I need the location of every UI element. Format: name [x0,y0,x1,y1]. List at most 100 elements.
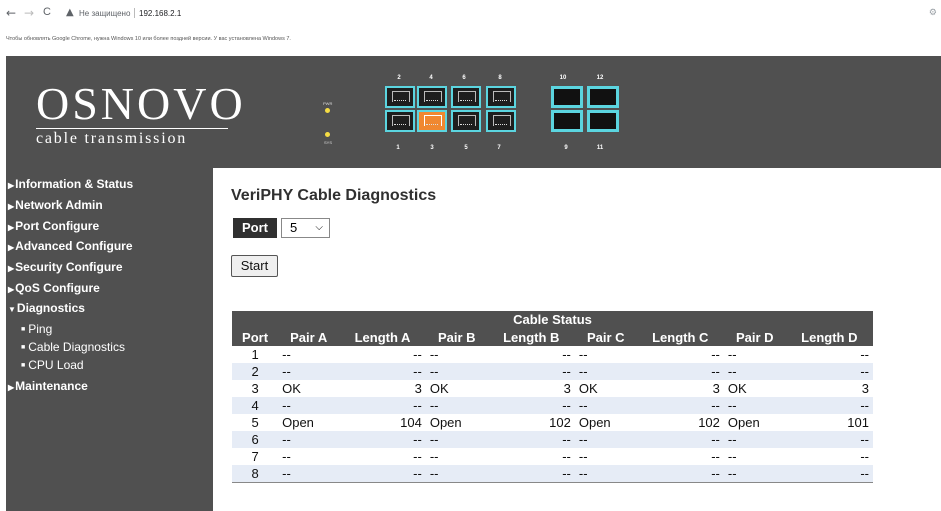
browser-toolbar: ← → C ▲ Не защищено 192.168.2.1 ⚙ [0,0,941,28]
status-cell: OK [278,380,340,397]
sidebar-item-label: Information & Status [15,177,134,191]
status-cell: 101 [785,414,873,431]
status-cell: -- [425,448,488,465]
sidebar-item-label: QoS Configure [15,281,100,295]
table-group-header: Cable Status [232,311,873,328]
sidebar-item-security-configure[interactable]: ▶Security Configure [8,260,123,274]
status-cell: 102 [636,414,724,431]
status-cell: -- [278,465,340,483]
status-cell: -- [487,397,575,414]
status-cell: OK [723,380,786,397]
sidebar-item-qos-configure[interactable]: ▶QoS Configure [8,281,100,295]
status-cell: Open [574,414,637,431]
sidebar-subitem-cpu-load[interactable]: ■ CPU Load [21,358,84,372]
update-notice: Чтобы обновлять Google Chrome, нужна Win… [6,36,291,42]
status-cell: -- [425,465,488,483]
port-select[interactable]: 5 ⌵ [281,218,330,238]
port-cell: 4 [232,397,279,414]
status-cell: -- [723,431,786,448]
triangle-down-icon: ▼ [8,305,16,314]
status-cell: 3 [785,380,873,397]
column-header: Pair C [574,328,637,346]
table-row: 7 -- -- -- -- -- -- -- -- [232,448,873,465]
sidebar-item-advanced-configure[interactable]: ▶Advanced Configure [8,239,133,253]
security-status[interactable]: Не защищено [79,9,130,18]
settings-icon[interactable]: ⚙ [929,7,937,18]
sfp-port-9-icon[interactable] [551,110,583,132]
sfp-port-10-icon[interactable] [551,86,583,108]
sidebar-subitem-ping[interactable]: ■ Ping [21,322,52,336]
status-cell: Open [425,414,488,431]
sfp-port-12-icon[interactable] [587,86,619,108]
column-header: Pair B [425,328,488,346]
port-7-icon[interactable] [486,110,516,132]
port-number: 1 [396,145,400,151]
table-row: 5 Open 104 Open 102 Open 102 Open 101 [232,414,873,431]
status-cell: -- [636,346,724,363]
port-1-icon[interactable] [385,110,415,132]
status-cell: -- [278,397,340,414]
status-cell: -- [574,397,637,414]
status-cell: -- [785,397,873,414]
sidebar-item-information-status[interactable]: ▶Information & Status [8,177,133,191]
table-body: 1 -- -- -- -- -- -- -- -- 2 -- -- -- -- -- -- -- -- 3 OK 3 OK… [232,346,873,483]
sidebar-item-maintenance[interactable]: ▶Maintenance [8,379,88,393]
forward-arrow-icon[interactable]: → [24,6,34,20]
bullet-icon: ■ [21,326,26,333]
status-cell: -- [339,465,426,483]
table-row: 6 -- -- -- -- -- -- -- -- [232,431,873,448]
sidebar-item-label: Diagnostics [16,301,85,315]
column-header: Port [232,328,279,346]
status-cell: -- [425,346,488,363]
pwr-led-icon [325,108,330,113]
status-cell: -- [785,465,873,483]
status-cell: -- [723,465,786,483]
sidebar-item-label: Security Configure [15,260,123,274]
table-row: 3 OK 3 OK 3 OK 3 OK 3 [232,380,873,397]
address-bar[interactable]: 192.168.2.1 [139,9,181,18]
sfp-port-11-icon[interactable] [587,110,619,132]
status-cell: -- [339,431,426,448]
warning-icon[interactable]: ▲ [66,7,74,18]
status-cell: 102 [487,414,575,431]
bullet-icon: ■ [21,362,26,369]
port-number: 9 [564,145,568,151]
column-header: Pair A [278,328,340,346]
status-cell: -- [723,397,786,414]
port-6-icon[interactable] [451,86,481,108]
status-cell: -- [487,346,575,363]
port-2-icon[interactable] [385,86,415,108]
back-arrow-icon[interactable]: ← [6,6,16,20]
status-cell: OK [574,380,637,397]
sidebar-subitem-cable-diagnostics[interactable]: ■ Cable Diagnostics [21,340,125,354]
status-cell: -- [723,448,786,465]
port-cell: 2 [232,363,279,380]
sidebar-item-network-admin[interactable]: ▶Network Admin [8,198,103,212]
status-cell: -- [278,363,340,380]
status-cell: -- [785,431,873,448]
port-label: Port [233,218,277,238]
logo-title: OSNOVO [36,78,246,129]
status-cell: 104 [339,414,426,431]
sidebar-item-diagnostics[interactable]: ▼Diagnostics [8,301,85,315]
port-number: 7 [497,145,501,151]
port-5-icon[interactable] [451,110,481,132]
reload-icon[interactable]: C [43,6,51,18]
table-row: 8 -- -- -- -- -- -- -- -- [232,465,873,483]
device-header: OSNOVO cable transmission PWR SYS 2 4 6 … [6,56,941,168]
status-cell: -- [574,465,637,483]
column-header: Length B [487,328,575,346]
sidebar-item-label: Network Admin [15,198,103,212]
status-cell: -- [574,448,637,465]
port-3-icon[interactable] [417,110,447,132]
sys-led-icon [325,132,330,137]
port-8-icon[interactable] [486,86,516,108]
port-4-icon[interactable] [417,86,447,108]
status-cell: -- [574,431,637,448]
sidebar-menu: ▶Information & Status ▶Network Admin ▶Po… [6,168,213,511]
table-row: 1 -- -- -- -- -- -- -- -- [232,346,873,363]
start-button[interactable]: Start [231,255,278,277]
sidebar-item-label: Advanced Configure [15,239,133,253]
triangle-right-icon: ▶ [8,264,15,273]
sidebar-item-port-configure[interactable]: ▶Port Configure [8,219,99,233]
